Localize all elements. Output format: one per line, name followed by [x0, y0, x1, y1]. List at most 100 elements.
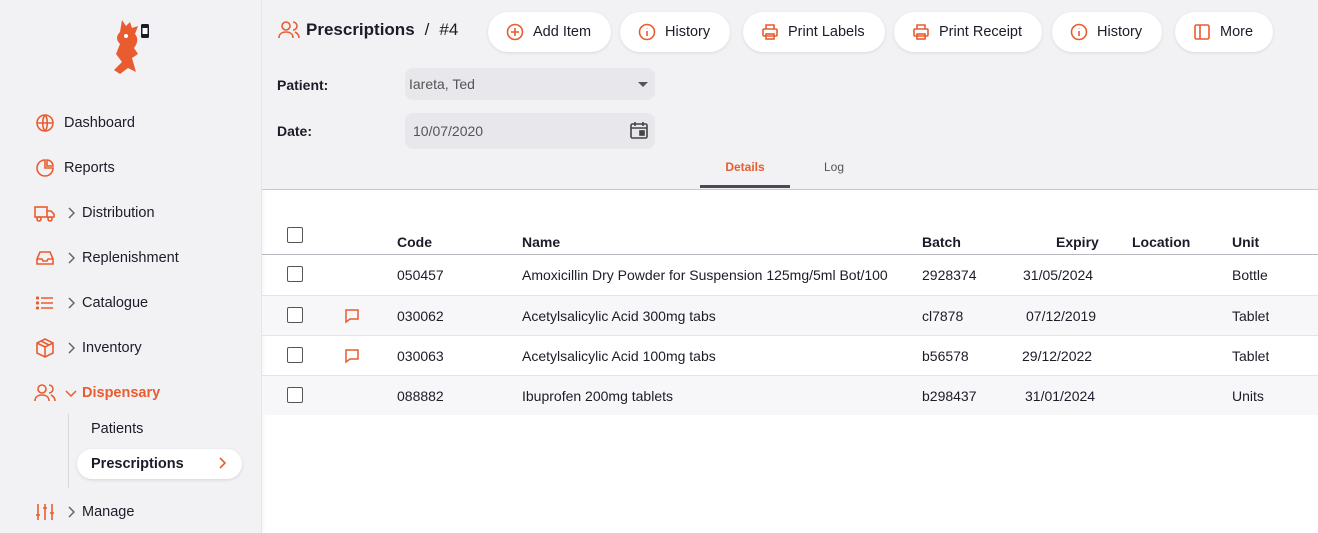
cell-batch: cl7878: [922, 308, 964, 324]
submenu-divider: [68, 414, 69, 488]
chevron-right-icon: [64, 206, 78, 220]
row-checkbox[interactable]: [287, 307, 303, 323]
users-icon: [278, 20, 300, 40]
sidebar-item-label: Manage: [82, 504, 135, 520]
globe-icon: [34, 112, 56, 134]
chevron-down-icon: [64, 386, 78, 400]
sidebar-item-label: Catalogue: [82, 295, 149, 311]
cell-code: 030062: [397, 308, 444, 324]
calendar-icon[interactable]: [629, 120, 649, 140]
app-logo[interactable]: [108, 14, 154, 76]
patient-value: Iareta, Ted: [409, 76, 475, 92]
button-label: History: [1097, 24, 1143, 40]
row-checkbox[interactable]: [287, 387, 303, 403]
button-label: Print Receipt: [939, 24, 1023, 40]
button-label: Add Item: [533, 24, 592, 40]
breadcrumb-id: #4: [439, 20, 459, 39]
comment-icon[interactable]: [344, 348, 360, 364]
sidebar: Dashboard Reports Distribution Replenish…: [0, 0, 262, 533]
dropdown-arrow-icon: [637, 81, 649, 88]
cell-batch: 2928374: [922, 267, 977, 283]
table-row[interactable]: 088882 Ibuprofen 200mg tablets b298437 3…: [262, 375, 1318, 415]
box-icon: [34, 337, 56, 359]
sidebar-item-label: Reports: [64, 160, 115, 176]
cell-batch: b298437: [922, 388, 977, 404]
column-header-code[interactable]: Code: [397, 234, 432, 250]
chevron-right-icon: [64, 296, 78, 310]
cell-code: 030063: [397, 348, 444, 364]
sidebar-item-label: Replenishment: [82, 250, 179, 266]
table-row[interactable]: 050457 Amoxicillin Dry Powder for Suspen…: [262, 255, 1318, 295]
cell-expiry: 07/12/2019: [1026, 308, 1097, 324]
print-labels-button[interactable]: Print Labels: [743, 12, 885, 52]
cell-name: Acetylsalicylic Acid 100mg tabs: [522, 348, 716, 364]
add-item-button[interactable]: Add Item: [488, 12, 612, 52]
breadcrumb-section[interactable]: Prescriptions: [306, 20, 415, 40]
column-header-name[interactable]: Name: [522, 234, 560, 250]
printer-icon: [761, 23, 779, 41]
cell-expiry: 31/05/2024: [1023, 267, 1094, 283]
users-icon: [34, 382, 56, 404]
select-all-checkbox[interactable]: [287, 227, 303, 243]
sidebar-item-replenishment[interactable]: Replenishment: [34, 244, 179, 272]
chevron-right-icon: [64, 341, 78, 355]
row-checkbox[interactable]: [287, 266, 303, 282]
sidebar-subitem-label: Patients: [91, 421, 144, 437]
sidebar-item-label: Inventory: [82, 340, 142, 356]
info-icon: [638, 23, 656, 41]
chevron-right-icon: [218, 456, 227, 474]
sidebar-item-label: Distribution: [82, 205, 155, 221]
tab-details[interactable]: Details: [700, 160, 790, 188]
sidebar-subitem-prescriptions[interactable]: Prescriptions: [77, 449, 242, 479]
sidebar-item-manage[interactable]: Manage: [34, 498, 134, 526]
sidebar-item-inventory[interactable]: Inventory: [34, 334, 142, 362]
cell-code: 050457: [397, 267, 444, 283]
cell-name: Ibuprofen 200mg tablets: [522, 388, 673, 404]
info-icon: [1070, 23, 1088, 41]
date-value: 10/07/2020: [413, 123, 484, 139]
more-button[interactable]: More: [1175, 12, 1274, 52]
truck-icon: [34, 202, 56, 224]
sidebar-item-catalogue[interactable]: Catalogue: [34, 289, 148, 317]
sidebar-item-distribution[interactable]: Distribution: [34, 199, 155, 227]
sidebar-item-dashboard[interactable]: Dashboard: [34, 109, 135, 137]
cell-unit: Tablet: [1232, 348, 1270, 364]
tab-label: Log: [823, 160, 845, 174]
date-field[interactable]: 10/07/2020: [405, 113, 655, 149]
pie-chart-icon: [34, 157, 56, 179]
table-row[interactable]: 030062 Acetylsalicylic Acid 300mg tabs c…: [262, 295, 1318, 335]
column-header-expiry[interactable]: Expiry: [1056, 234, 1099, 250]
comment-icon[interactable]: [344, 308, 360, 324]
history-button[interactable]: History: [620, 12, 731, 52]
column-header-batch[interactable]: Batch: [922, 234, 961, 250]
cell-unit: Bottle: [1232, 267, 1268, 283]
date-label: Date:: [277, 123, 313, 139]
sidebar-item-dispensary[interactable]: Dispensary: [34, 379, 160, 407]
sidebar-item-label: Dispensary: [82, 385, 161, 401]
tab-divider: [262, 189, 1318, 190]
column-header-location[interactable]: Location: [1132, 234, 1190, 250]
inbox-icon: [34, 247, 56, 269]
patient-label: Patient:: [277, 77, 329, 93]
history-button-2[interactable]: History: [1052, 12, 1163, 52]
chevron-right-icon: [64, 505, 78, 519]
sliders-icon: [34, 501, 56, 523]
patient-select[interactable]: Iareta, Ted: [405, 68, 655, 100]
tab-log[interactable]: Log: [790, 160, 878, 188]
column-header-unit[interactable]: Unit: [1232, 234, 1259, 250]
main-content: Prescriptions / #4 Add Item History Prin…: [262, 0, 1318, 533]
cell-expiry: 31/01/2024: [1025, 388, 1096, 404]
sidebar-item-label: Dashboard: [64, 115, 135, 131]
cell-unit: Units: [1232, 388, 1264, 404]
cell-expiry: 29/12/2022: [1022, 348, 1093, 364]
row-checkbox[interactable]: [287, 347, 303, 363]
sidebar-subitem-patients[interactable]: Patients: [91, 414, 143, 444]
cell-name: Amoxicillin Dry Powder for Suspension 12…: [522, 267, 888, 283]
sidebar-subitem-label: Prescriptions: [91, 456, 184, 472]
breadcrumb-separator: /: [424, 20, 430, 39]
table-row[interactable]: 030063 Acetylsalicylic Acid 100mg tabs b…: [262, 335, 1318, 375]
print-receipt-button[interactable]: Print Receipt: [894, 12, 1043, 52]
cell-code: 088882: [397, 388, 444, 404]
sidebar-item-reports[interactable]: Reports: [34, 154, 115, 182]
cell-name: Acetylsalicylic Acid 300mg tabs: [522, 308, 716, 324]
